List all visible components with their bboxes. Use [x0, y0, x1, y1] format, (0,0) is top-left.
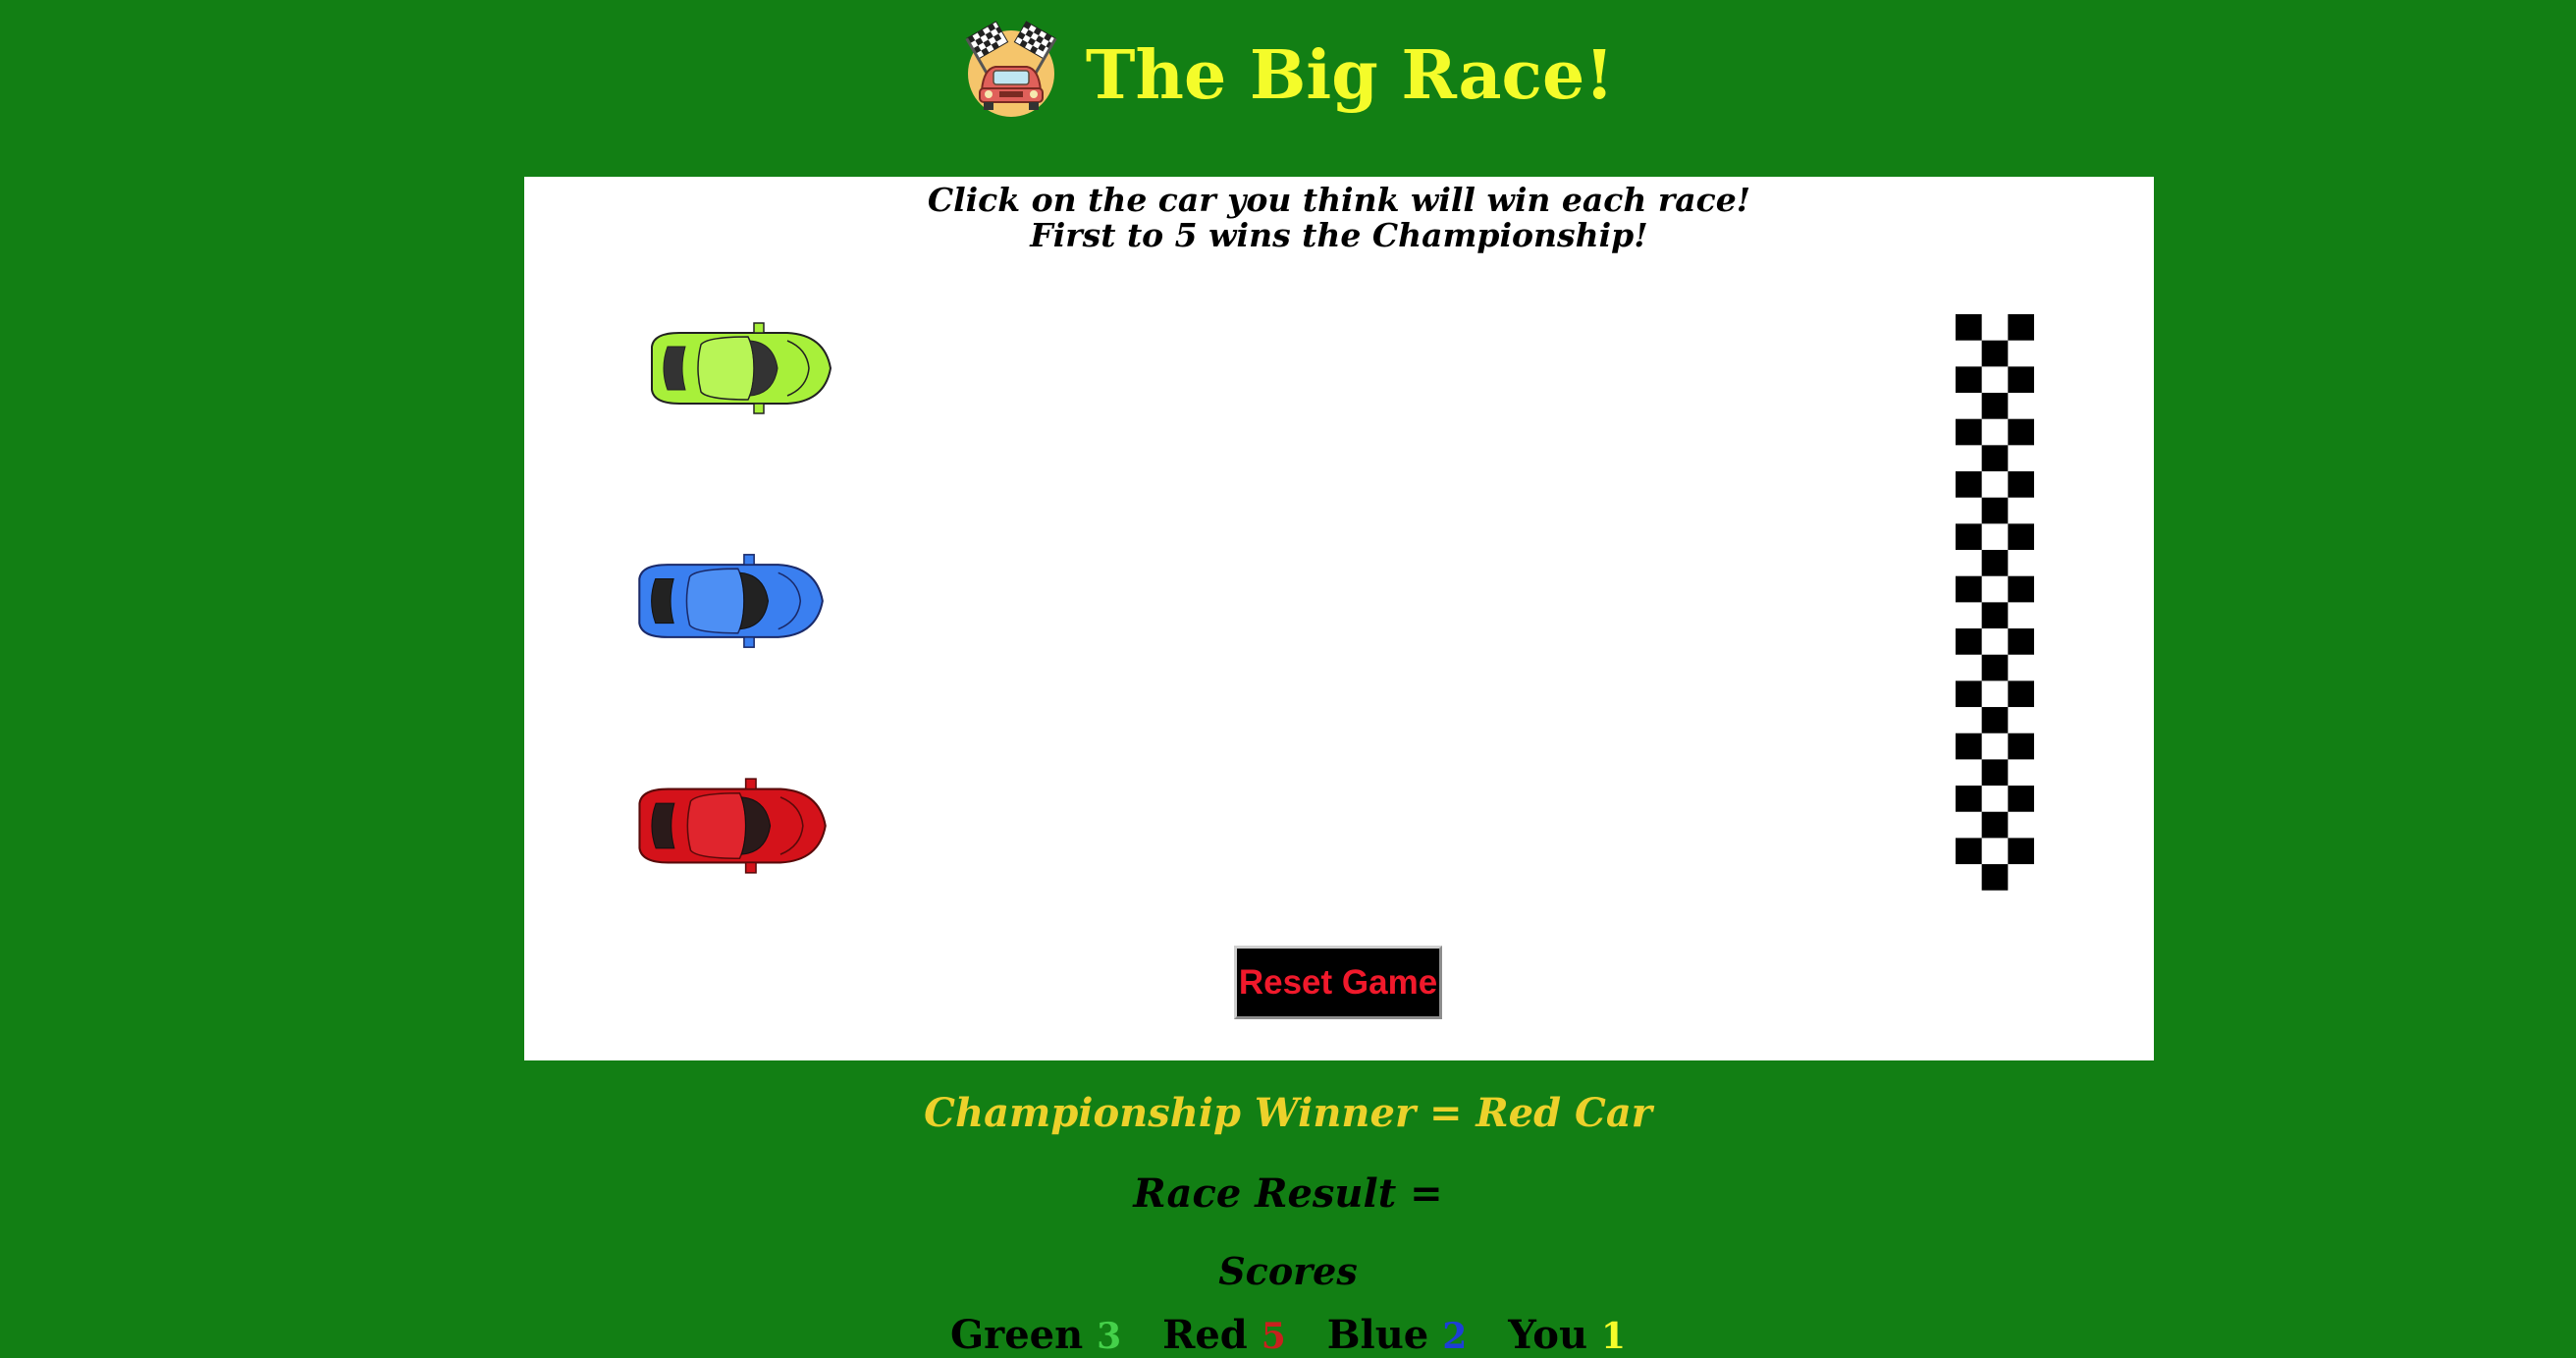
instructions: Click on the car you think will win each… — [524, 183, 2154, 253]
finish-line-icon — [1956, 314, 2034, 891]
scores-row: Green 3 Red 5 Blue 2 You 1 — [0, 1312, 2576, 1358]
red-car-button[interactable] — [627, 774, 832, 878]
score-green-value: 3 — [1097, 1316, 1122, 1357]
score-green: Green 3 — [950, 1312, 1121, 1358]
green-car-icon — [651, 322, 832, 414]
green-car-button[interactable] — [640, 319, 836, 417]
score-red: Red 5 — [1162, 1312, 1286, 1358]
score-you: You 1 — [1508, 1312, 1626, 1358]
racing-car-logo-icon — [965, 21, 1057, 117]
score-blue-value: 2 — [1442, 1316, 1468, 1357]
championship-winner: Championship Winner = Red Car — [924, 1090, 1652, 1136]
blue-car-button[interactable] — [627, 550, 829, 652]
score-red-label: Red — [1162, 1312, 1248, 1358]
page-header: The Big Race! — [0, 20, 2576, 118]
red-car-icon — [638, 778, 827, 874]
instruction-line-1: Click on the car you think will win each… — [927, 181, 1751, 219]
score-red-value: 5 — [1261, 1316, 1286, 1357]
race-result: Race Result = — [1133, 1170, 1443, 1217]
score-you-value: 1 — [1600, 1316, 1627, 1357]
score-green-label: Green — [949, 1312, 1084, 1358]
page-title: The Big Race! — [1085, 36, 1615, 115]
score-you-label: You — [1508, 1312, 1588, 1358]
score-blue-label: Blue — [1326, 1312, 1429, 1358]
reset-game-button[interactable]: Reset Game — [1234, 946, 1442, 1019]
blue-car-icon — [638, 554, 824, 648]
race-board: Click on the car you think will win each… — [524, 177, 2154, 1060]
instruction-line-2: First to 5 wins the Championship! — [1030, 216, 1648, 254]
scores-title: Scores — [1218, 1249, 1358, 1293]
score-blue: Blue 2 — [1327, 1312, 1468, 1358]
